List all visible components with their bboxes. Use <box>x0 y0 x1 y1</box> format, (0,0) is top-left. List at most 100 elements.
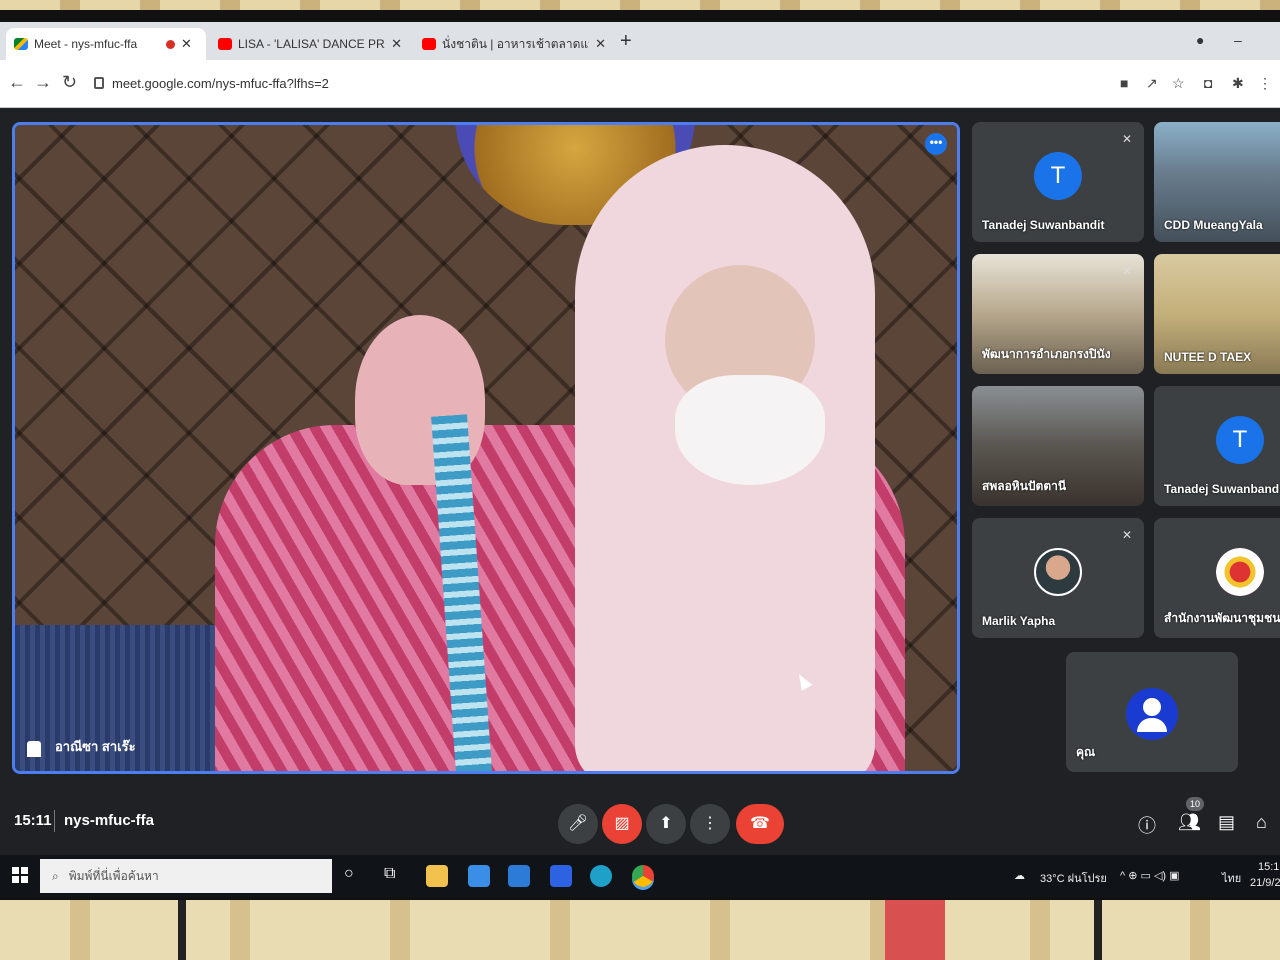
participant-tile[interactable]: ✕ พัฒนาการอำเภอกรงปินัง <box>972 254 1144 374</box>
back-icon[interactable]: ← <box>8 72 26 93</box>
avatar <box>1034 548 1082 596</box>
speaker-name: อาณีซา สาเร๊ะ <box>55 739 136 754</box>
extensions-icon[interactable]: ✱ <box>1232 75 1244 92</box>
taskbar-search-input[interactable]: ⌕ พิมพ์ที่นี่เพื่อค้นหา <box>40 859 332 893</box>
stand-post <box>1094 900 1102 960</box>
participant-name: Marlik Yapha <box>982 614 1056 628</box>
zoom-icon[interactable] <box>550 865 572 887</box>
edge-icon[interactable] <box>590 865 612 887</box>
participant-tile[interactable]: CDD MueangYala <box>1154 122 1280 242</box>
meeting-time: 15:11 <box>14 812 52 829</box>
mic-off-icon: ✕ <box>1121 264 1132 278</box>
camera-icon[interactable]: ■ <box>1120 75 1128 91</box>
participant-name: พัฒนาการอำเภอกรงปินัง <box>982 347 1111 361</box>
avatar: T <box>1034 152 1082 200</box>
address-bar[interactable]: meet.google.com/nys-mfuc-ffa?lfhs=2 <box>94 68 1094 98</box>
minimize-icon[interactable]: – <box>1234 32 1242 48</box>
menu-icon[interactable]: ⋮ <box>1258 75 1272 92</box>
participant-name: Tanadej Suwanbandit <box>1164 482 1280 496</box>
file-explorer-icon[interactable] <box>426 865 448 887</box>
monitor: Meet - nys-mfuc-ffa ✕ LISA - 'LALISA' DA… <box>0 10 1280 908</box>
tab-title: นั่งชาติน | อาหารเช้าตลาดแห้ง | à ทอ <box>442 36 589 51</box>
divider <box>54 810 55 832</box>
meeting-info-icon[interactable]: ⓘ <box>1138 812 1156 838</box>
end-call-button[interactable]: ☎ <box>736 804 784 844</box>
participant-count-badge: 10 <box>1186 797 1204 811</box>
weather-icon[interactable]: ☁ <box>1014 869 1025 882</box>
windows-taskbar: ⌕ พิมพ์ที่นี่เพื่อค้นหา ○ ⧉ ☁ 33°C ฝนโปร… <box>0 855 1280 897</box>
more-options-button[interactable]: ⋮ <box>690 804 730 844</box>
store-icon[interactable] <box>468 865 490 887</box>
tab-title: LISA - 'LALISA' DANCE PRACTICE <box>238 37 385 51</box>
new-tab-button[interactable]: + <box>620 30 632 53</box>
pocket-icon[interactable]: ◘ <box>1204 75 1212 91</box>
red-object <box>885 900 945 960</box>
wall-bottom <box>0 900 1280 960</box>
browser-toolbar: ← → ↻ meet.google.com/nys-mfuc-ffa?lfhs=… <box>0 60 1280 108</box>
activities-icon[interactable]: ⌂ <box>1256 812 1267 833</box>
search-icon: ⌕ <box>52 868 59 883</box>
windows-start-icon[interactable] <box>12 867 28 883</box>
youtube-icon <box>422 38 436 50</box>
close-tab-icon[interactable]: ✕ <box>391 36 402 52</box>
close-tab-icon[interactable]: ✕ <box>595 36 606 52</box>
participant-tile[interactable]: สพลอหินปัตตานี <box>972 386 1144 506</box>
chat-icon[interactable]: ▤ <box>1218 812 1235 833</box>
microphone-button[interactable]: 🎤︎ <box>558 804 598 844</box>
main-video-tile[interactable]: ••• อาณีซา สาเร๊ะ <box>12 122 960 774</box>
user-avatar-icon <box>1126 688 1178 740</box>
cortana-icon[interactable]: ○ <box>344 865 366 887</box>
tile-options-icon[interactable]: ••• <box>925 133 947 155</box>
weather-text[interactable]: 33°C ฝนโปรย <box>1040 869 1107 887</box>
face-mask <box>675 375 825 485</box>
people-icon[interactable]: 👥︎ <box>1178 812 1201 833</box>
participant-tile[interactable]: T Tanadej Suwanbandit <box>1154 386 1280 506</box>
participant-tile[interactable]: สำนักงานพัฒนาชุมชน จ <box>1154 518 1280 638</box>
search-placeholder: พิมพ์ที่นี่เพื่อค้นหา <box>68 868 159 883</box>
tab-meet[interactable]: Meet - nys-mfuc-ffa ✕ <box>6 28 206 60</box>
meet-icon <box>14 38 28 50</box>
avatar: T <box>1216 416 1264 464</box>
tab-title: Meet - nys-mfuc-ffa <box>34 37 138 51</box>
camera-off-button[interactable]: ▨ <box>602 804 642 844</box>
participant-name: Tanadej Suwanbandit <box>982 218 1105 232</box>
mic-off-icon: ✕ <box>1121 132 1132 146</box>
participant-name: CDD MueangYala <box>1164 218 1263 232</box>
participant-name: คุณ <box>1076 745 1096 759</box>
lock-icon <box>94 77 104 89</box>
participant-tile[interactable]: T ✕ Tanadej Suwanbandit <box>972 122 1144 242</box>
self-tile[interactable]: คุณ <box>1066 652 1238 772</box>
stand-post <box>178 900 186 960</box>
meeting-code: nys-mfuc-ffa <box>64 812 155 829</box>
clock-date[interactable]: 21/9/2 <box>1250 877 1280 889</box>
participant-name: NUTEE D TAEX <box>1164 350 1252 364</box>
avatar <box>1216 548 1264 596</box>
participant-name: สพลอหินปัตตานี <box>982 479 1067 493</box>
url-text: meet.google.com/nys-mfuc-ffa?lfhs=2 <box>112 75 329 91</box>
task-view-icon[interactable]: ⧉ <box>384 865 406 887</box>
present-screen-button[interactable]: ⬆ <box>646 804 686 844</box>
tab-youtube-lisa[interactable]: LISA - 'LALISA' DANCE PRACTICE ✕ <box>210 28 410 60</box>
mail-icon[interactable] <box>508 865 530 887</box>
bookmark-star-icon[interactable]: ☆ <box>1172 75 1185 92</box>
participant-name: สำนักงานพัฒนาชุมชน จ <box>1164 611 1280 625</box>
participant-tile[interactable]: ✕ Marlik Yapha <box>972 518 1144 638</box>
reload-icon[interactable]: ↻ <box>62 72 77 93</box>
screen: Meet - nys-mfuc-ffa ✕ LISA - 'LALISA' DA… <box>0 22 1280 897</box>
close-tab-icon[interactable]: ✕ <box>181 36 192 52</box>
mic-off-icon: ✕ <box>1121 528 1132 542</box>
open-external-icon[interactable]: ↗ <box>1146 75 1158 92</box>
profile-icon[interactable]: ● <box>1196 32 1204 48</box>
browser-tab-bar: Meet - nys-mfuc-ffa ✕ LISA - 'LALISA' DA… <box>0 22 1280 60</box>
tray-icons[interactable]: ^ ⊕ ▭ ◁) ▣ <box>1120 869 1180 882</box>
participant-tile[interactable]: NUTEE D TAEX <box>1154 254 1280 374</box>
meeting-controls: 15:11 nys-mfuc-ffa 🎤︎ ▨ ⬆ ⋮ ☎ ⓘ 10 👥︎ ▤ … <box>0 792 1280 852</box>
tab-youtube-food[interactable]: นั่งชาติน | อาหารเช้าตลาดแห้ง | à ทอ ✕ <box>414 28 614 60</box>
clock-time[interactable]: 15:1 <box>1258 861 1279 873</box>
input-language[interactable]: ไทย <box>1222 869 1241 887</box>
chrome-icon[interactable] <box>632 865 654 887</box>
forward-icon[interactable]: → <box>34 72 52 93</box>
recording-icon <box>166 39 175 49</box>
pin-icon[interactable] <box>27 741 41 757</box>
youtube-icon <box>218 38 232 50</box>
